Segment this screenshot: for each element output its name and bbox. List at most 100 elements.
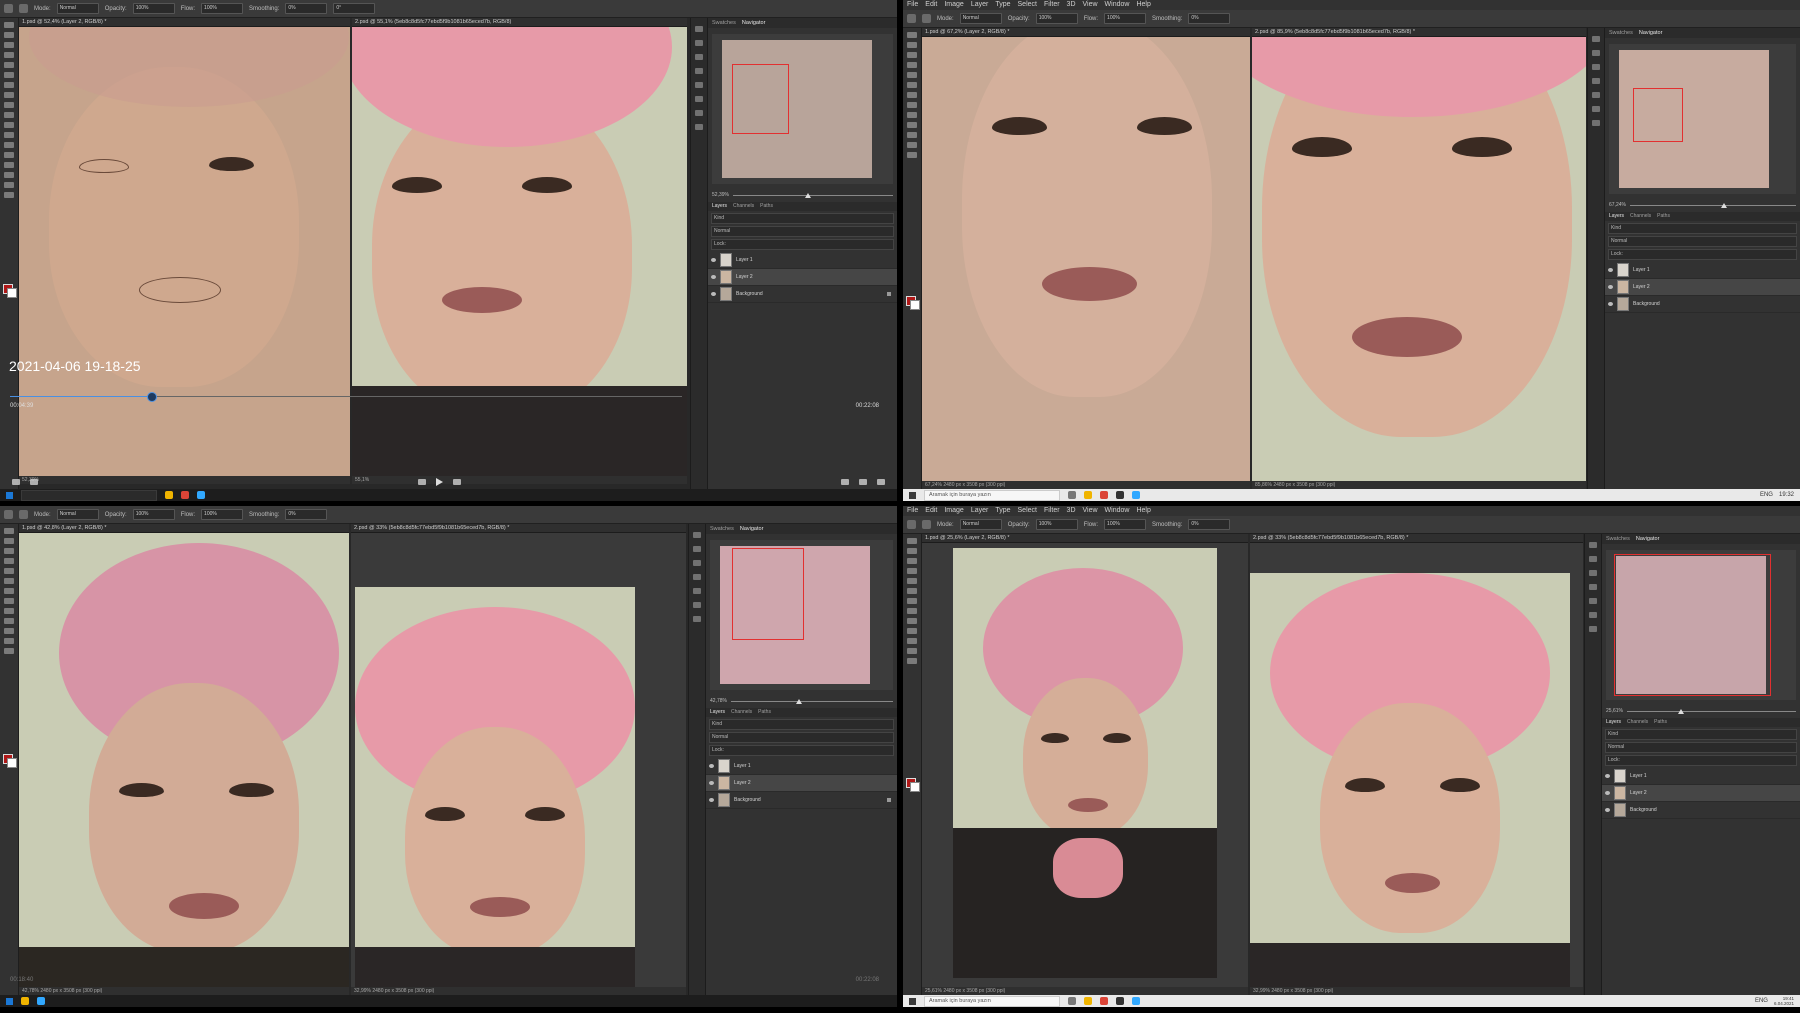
eraser-tool-icon[interactable]: [4, 122, 14, 128]
tab-channels[interactable]: Channels: [1627, 718, 1648, 727]
type-tool-icon[interactable]: [907, 132, 917, 138]
quick-select-tool-icon[interactable]: [907, 62, 917, 68]
tab-navigator[interactable]: Navigator: [740, 524, 764, 534]
brushes-icon[interactable]: [1589, 626, 1597, 632]
document-tab-right[interactable]: 2.psd @ 33% (5eb8c8d5fc77ebd5f9b1081b65e…: [1250, 534, 1583, 543]
tab-swatches[interactable]: Swatches: [1606, 534, 1630, 544]
marquee-tool-icon[interactable]: [4, 538, 14, 544]
zoom-slider-knob[interactable]: [795, 698, 802, 704]
explorer-icon[interactable]: [1084, 491, 1092, 499]
edit-icon[interactable]: [841, 479, 849, 485]
menu-3d[interactable]: 3D: [1067, 506, 1076, 516]
taskbar-search[interactable]: [21, 489, 157, 501]
windows-start-icon[interactable]: [6, 997, 13, 1005]
layer-row-2[interactable]: Layer 2: [708, 269, 897, 286]
chrome-icon[interactable]: [1100, 997, 1108, 1005]
eyedropper-tool-icon[interactable]: [4, 72, 14, 78]
navigator-view-frame[interactable]: [1614, 554, 1771, 696]
brush-tool-icon[interactable]: [907, 598, 917, 604]
windows-start-icon[interactable]: [909, 997, 916, 1005]
zoom-slider[interactable]: [1629, 202, 1796, 208]
subtitles-icon[interactable]: [30, 479, 38, 485]
brush-tool-icon[interactable]: [922, 520, 931, 529]
zoom-tool-icon[interactable]: [907, 658, 917, 664]
pen-tool-icon[interactable]: [907, 122, 917, 128]
move-tool-icon[interactable]: [907, 538, 917, 544]
actions-icon[interactable]: [1589, 556, 1597, 562]
marquee-tool-icon[interactable]: [907, 548, 917, 554]
menu-view[interactable]: View: [1083, 0, 1098, 10]
tab-layers[interactable]: Layers: [1606, 718, 1621, 727]
chrome-icon[interactable]: [1100, 491, 1108, 499]
zoom-slider[interactable]: [730, 698, 893, 704]
lock-row[interactable]: Lock:: [709, 745, 894, 756]
video-seekbar[interactable]: [10, 392, 682, 402]
tab-channels[interactable]: Channels: [731, 708, 752, 717]
obs-icon[interactable]: [1116, 997, 1124, 1005]
eyedropper-tool-icon[interactable]: [907, 82, 917, 88]
home-icon[interactable]: [4, 4, 13, 13]
layer-kind-filter[interactable]: Kind: [711, 213, 894, 224]
document-tab-left[interactable]: 1.psd @ 42,8% (Layer 2, RGB/8) *: [19, 524, 349, 533]
eyedropper-tool-icon[interactable]: [907, 588, 917, 594]
zoom-value[interactable]: 25,61%: [1606, 708, 1623, 714]
blur-tool-icon[interactable]: [4, 142, 14, 148]
zoom-slider-knob[interactable]: [1677, 708, 1684, 714]
clock-time[interactable]: 19:32: [1779, 492, 1794, 498]
layer-row-background[interactable]: Background: [706, 792, 897, 809]
history-icon[interactable]: [1592, 36, 1600, 42]
tab-navigator[interactable]: Navigator: [1639, 28, 1663, 38]
character-icon[interactable]: [693, 602, 701, 608]
eyedropper-tool-icon[interactable]: [4, 578, 14, 584]
menu-help[interactable]: Help: [1136, 0, 1150, 10]
obs-icon[interactable]: [1116, 491, 1124, 499]
crop-tool-icon[interactable]: [907, 72, 917, 78]
eye-icon[interactable]: [1608, 302, 1613, 306]
character-icon[interactable]: [695, 96, 703, 102]
eye-icon[interactable]: [1605, 808, 1610, 812]
home-icon[interactable]: [907, 520, 916, 529]
zoom-tool-icon[interactable]: [907, 152, 917, 158]
layer-row-1[interactable]: Layer 1: [706, 758, 897, 775]
history-icon[interactable]: [1589, 542, 1597, 548]
info-icon[interactable]: [1589, 584, 1597, 590]
document-tab-right[interactable]: 2.psd @ 33% (5eb8c8d5fc77ebd5f9b1081b65e…: [351, 524, 686, 533]
photoshop-icon[interactable]: [1132, 997, 1140, 1005]
blend-mode-select[interactable]: Normal: [711, 226, 894, 237]
tab-swatches[interactable]: Swatches: [1609, 28, 1633, 38]
layer-row-background[interactable]: Background: [1602, 802, 1800, 819]
info-icon[interactable]: [693, 574, 701, 580]
zoom-slider[interactable]: [732, 192, 893, 198]
brushes-icon[interactable]: [693, 616, 701, 622]
lock-row[interactable]: Lock:: [1608, 249, 1797, 260]
type-tool-icon[interactable]: [907, 638, 917, 644]
eraser-tool-icon[interactable]: [4, 598, 14, 604]
info-icon[interactable]: [1592, 78, 1600, 84]
forward-icon[interactable]: [453, 479, 461, 485]
tab-channels[interactable]: Channels: [733, 202, 754, 211]
explorer-icon[interactable]: [165, 491, 173, 499]
explorer-icon[interactable]: [1084, 997, 1092, 1005]
explorer-icon[interactable]: [21, 997, 29, 1005]
menu-type[interactable]: Type: [995, 0, 1010, 10]
photoshop-icon[interactable]: [1132, 491, 1140, 499]
layer-row-1[interactable]: Layer 1: [708, 252, 897, 269]
tab-navigator[interactable]: Navigator: [742, 18, 766, 28]
hand-tool-icon[interactable]: [4, 182, 14, 188]
brush-tool-icon[interactable]: [907, 92, 917, 98]
crop-tool-icon[interactable]: [4, 568, 14, 574]
crop-tool-icon[interactable]: [907, 578, 917, 584]
clock[interactable]: 19:41 6.04.2021: [1774, 996, 1794, 1006]
character-icon[interactable]: [1589, 612, 1597, 618]
menu-image[interactable]: Image: [944, 0, 963, 10]
tab-paths[interactable]: Paths: [1657, 212, 1670, 221]
hand-tool-icon[interactable]: [907, 648, 917, 654]
eye-icon[interactable]: [1608, 268, 1613, 272]
menu-layer[interactable]: Layer: [971, 0, 989, 10]
tab-layers[interactable]: Layers: [712, 202, 727, 211]
pen-tool-icon[interactable]: [4, 618, 14, 624]
mode-select[interactable]: Normal: [56, 509, 99, 520]
windows-start-icon[interactable]: [909, 491, 916, 499]
zoom-value[interactable]: 52,39%: [712, 192, 729, 198]
brushes-icon[interactable]: [1592, 120, 1600, 126]
